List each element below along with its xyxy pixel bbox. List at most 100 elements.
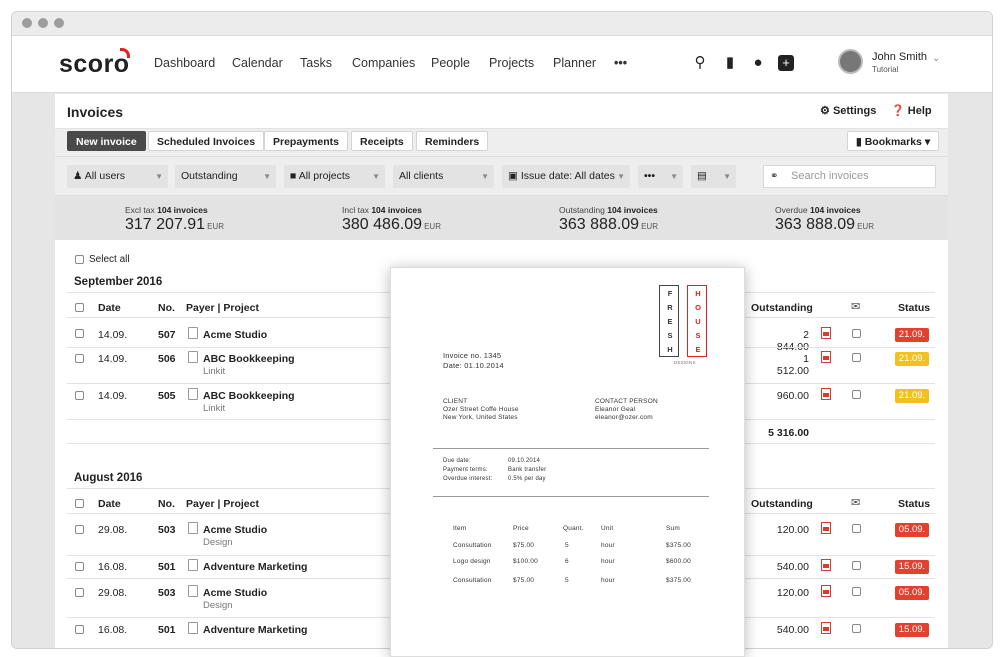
pdf-icon[interactable] <box>821 585 831 597</box>
row-project[interactable]: Design <box>203 537 233 548</box>
row-payer[interactable]: ABC Bookkeeping <box>203 390 295 402</box>
col-no[interactable]: No. <box>158 498 175 510</box>
row-project[interactable]: Linkit <box>203 403 225 414</box>
minimize-dot[interactable] <box>38 18 48 28</box>
row-number: 503 <box>158 524 176 536</box>
select-all-checkbox[interactable] <box>75 255 84 264</box>
pdf-icon[interactable] <box>821 522 831 534</box>
item-name: Consultation <box>453 542 492 549</box>
col-date[interactable]: Date <box>98 498 121 510</box>
col-no[interactable]: No. <box>158 302 175 314</box>
client-name: Ozer Street Coffe House <box>443 406 519 413</box>
client-city: New York, United States <box>443 414 518 421</box>
row-project[interactable]: Design <box>203 600 233 611</box>
row-payer[interactable]: ABC Bookkeeping <box>203 353 295 365</box>
row-payer[interactable]: Adventure Marketing <box>203 561 307 573</box>
status-badge: 05.09. <box>895 523 929 537</box>
scoro-logo[interactable]: scoro <box>59 50 130 79</box>
add-icon[interactable]: + <box>778 55 794 71</box>
avatar[interactable] <box>838 49 863 74</box>
sent-checkbox[interactable] <box>852 390 861 399</box>
settings-link[interactable]: ⚙ Settings <box>820 104 876 117</box>
header-checkbox[interactable] <box>75 499 84 508</box>
select-all-label[interactable]: Select all <box>89 254 130 265</box>
clients-filter[interactable]: All clients ▼ <box>393 165 494 188</box>
nav-planner[interactable]: Planner <box>553 56 596 70</box>
bookmarks-button[interactable]: ▮ Bookmarks ▾ <box>847 131 940 151</box>
help-link[interactable]: ❓ Help <box>891 104 932 117</box>
row-checkbox[interactable] <box>75 329 84 338</box>
briefcase-icon: ■ <box>290 170 297 182</box>
row-payer[interactable]: Acme Studio <box>203 524 267 536</box>
projects-filter[interactable]: ■ All projects ▼ <box>284 165 385 188</box>
sent-checkbox[interactable] <box>852 353 861 362</box>
sent-checkbox[interactable] <box>852 587 861 596</box>
pdf-icon[interactable] <box>821 622 831 634</box>
row-project[interactable]: Linkit <box>203 366 225 377</box>
sent-checkbox[interactable] <box>852 329 861 338</box>
row-checkbox[interactable] <box>75 625 84 634</box>
row-date: 14.09. <box>98 353 128 365</box>
item-name: Logo design <box>453 558 491 565</box>
columns-button[interactable]: ▤ ▼ <box>691 165 736 188</box>
item-unit: hour <box>601 542 615 549</box>
group-month: September 2016 <box>74 276 163 288</box>
col-date[interactable]: Date <box>98 302 121 314</box>
user-name[interactable]: John Smith <box>872 51 927 63</box>
chevron-down-icon[interactable]: ⌄ <box>932 53 940 64</box>
row-outstanding: 120.00 <box>776 524 809 536</box>
new-invoice-button[interactable]: New invoice <box>67 131 146 151</box>
row-payer[interactable]: Acme Studio <box>203 329 267 341</box>
issue-date-filter[interactable]: ▣ Issue date: All dates ▼ <box>502 165 630 188</box>
close-dot[interactable] <box>22 18 32 28</box>
nav-projects[interactable]: Projects <box>489 56 534 70</box>
row-outstanding: 2 844.00 <box>776 329 809 353</box>
pdf-icon[interactable] <box>821 327 831 339</box>
tab-receipts[interactable]: Receipts <box>351 131 413 151</box>
sent-checkbox[interactable] <box>852 624 861 633</box>
tab-scheduled-invoices[interactable]: Scheduled Invoices <box>148 131 265 151</box>
row-payer[interactable]: Adventure Marketing <box>203 624 307 636</box>
notifications-icon[interactable]: ● <box>750 55 766 71</box>
users-filter[interactable]: ♟ All users ▼ <box>67 165 168 188</box>
maximize-dot[interactable] <box>54 18 64 28</box>
document-icon <box>188 327 198 339</box>
logo-letter: H <box>667 345 673 354</box>
item-sum: $600.00 <box>666 558 691 565</box>
col-payer[interactable]: Payer | Project <box>186 498 259 510</box>
nav-dashboard[interactable]: Dashboard <box>154 56 215 70</box>
pdf-icon[interactable] <box>821 559 831 571</box>
row-checkbox[interactable] <box>75 588 84 597</box>
row-checkbox[interactable] <box>75 525 84 534</box>
col-outstanding[interactable]: Outstanding <box>751 498 813 510</box>
row-checkbox[interactable] <box>75 391 84 400</box>
nav-companies[interactable]: Companies <box>352 56 415 70</box>
sent-checkbox[interactable] <box>852 524 861 533</box>
more-filters-button[interactable]: ••• ▼ <box>638 165 683 188</box>
page-title: Invoices <box>67 104 124 120</box>
tab-reminders[interactable]: Reminders <box>416 131 489 151</box>
pdf-icon[interactable] <box>821 388 831 400</box>
nav-calendar[interactable]: Calendar <box>232 56 283 70</box>
bookmark-icon[interactable]: ▮ <box>722 55 738 71</box>
status-badge: 15.09. <box>895 560 929 574</box>
col-status[interactable]: Status <box>898 302 930 314</box>
sent-checkbox[interactable] <box>852 561 861 570</box>
nav-people[interactable]: People <box>431 56 470 70</box>
search-input[interactable]: ⚭ Search invoices <box>763 165 936 188</box>
col-status[interactable]: Status <box>898 498 930 510</box>
client-label: CLIENT <box>443 398 468 405</box>
row-outstanding: 1 512.00 <box>776 353 809 377</box>
row-checkbox[interactable] <box>75 562 84 571</box>
header-checkbox[interactable] <box>75 303 84 312</box>
col-payer[interactable]: Payer | Project <box>186 302 259 314</box>
pdf-icon[interactable] <box>821 351 831 363</box>
status-filter[interactable]: Outstanding ▼ <box>175 165 276 188</box>
row-payer[interactable]: Acme Studio <box>203 587 267 599</box>
nav-tasks[interactable]: Tasks <box>300 56 332 70</box>
search-icon[interactable]: ⚲ <box>692 55 708 71</box>
col-outstanding[interactable]: Outstanding <box>751 302 813 314</box>
row-checkbox[interactable] <box>75 354 84 363</box>
tab-prepayments[interactable]: Prepayments <box>264 131 348 151</box>
nav-more[interactable]: ••• <box>614 56 627 70</box>
